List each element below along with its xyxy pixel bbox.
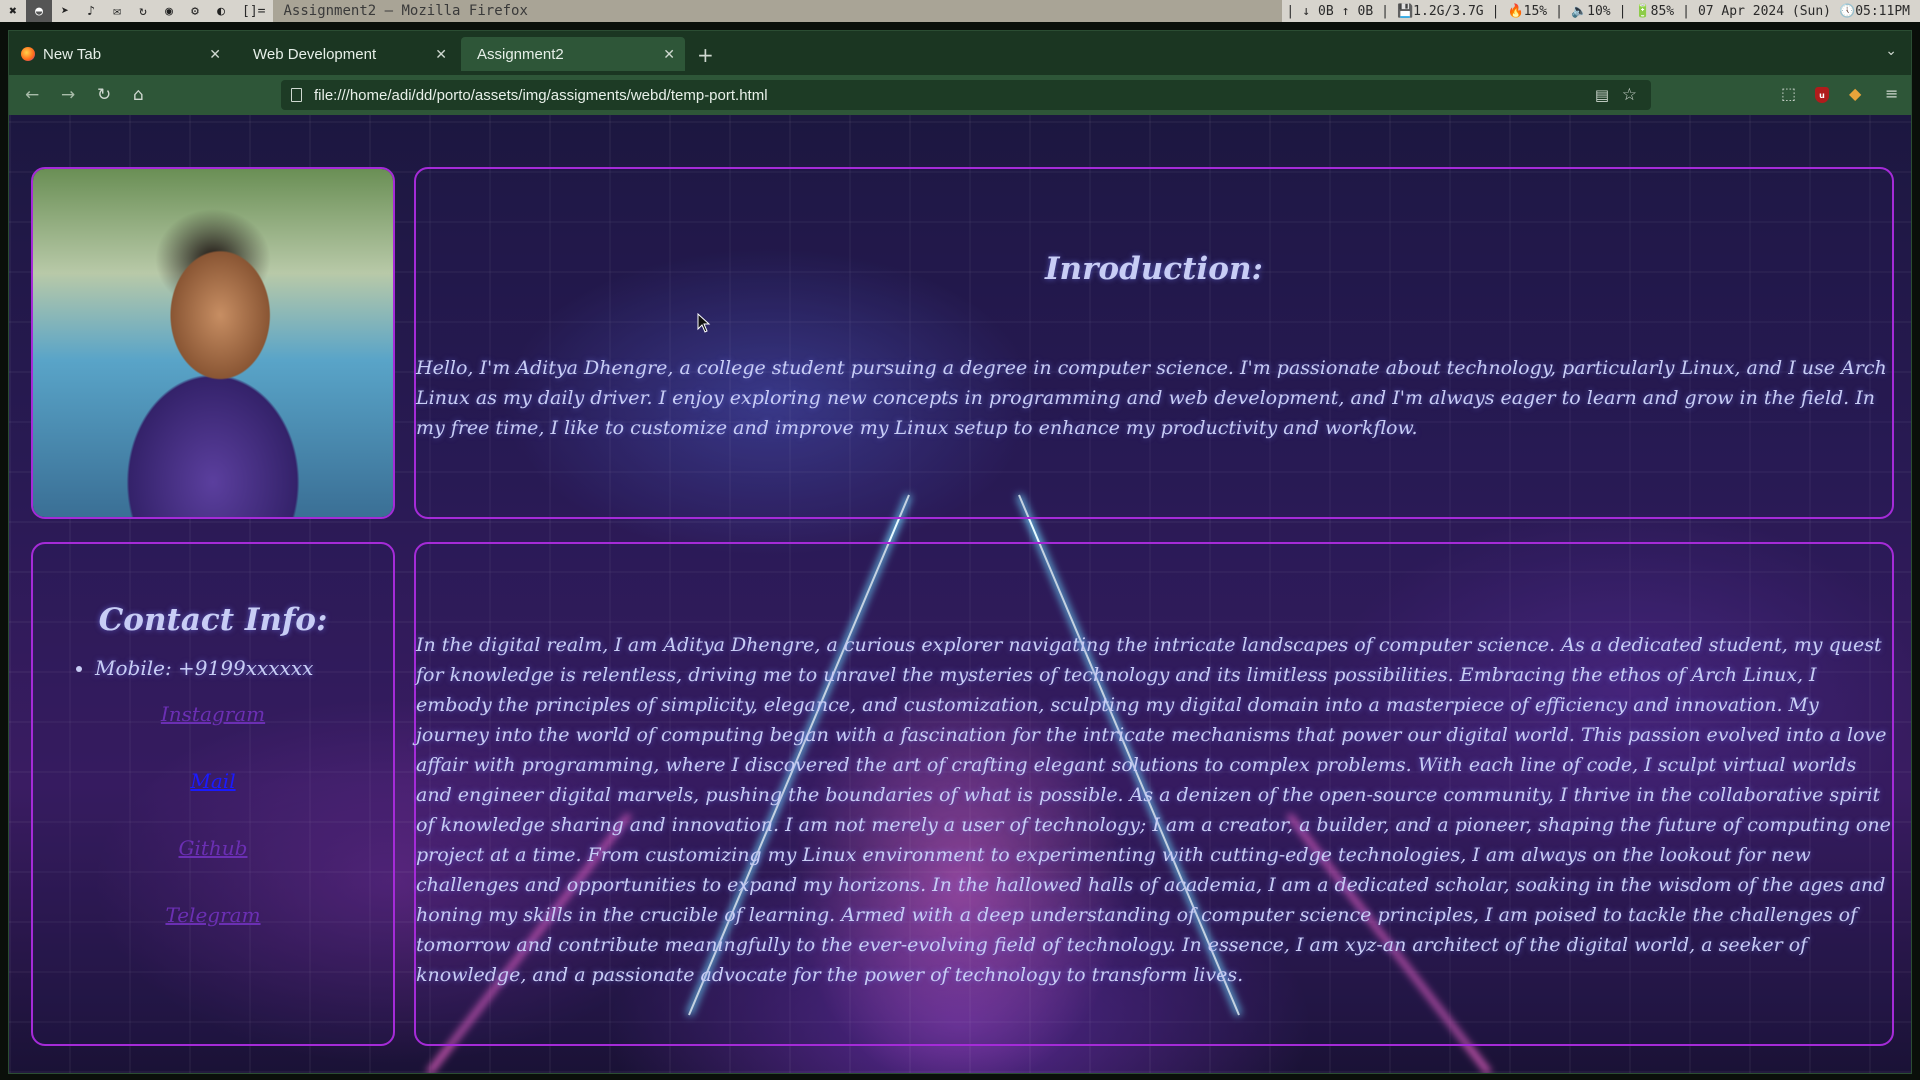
cpu-usage: 🔥15% <box>1507 3 1548 19</box>
separator: | <box>1286 3 1295 19</box>
contact-list: Mobile: +9199xxxxxx <box>33 656 393 680</box>
page-icon <box>291 88 302 102</box>
layout-indicator[interactable]: []= <box>234 4 273 19</box>
mail-workspace-icon[interactable]: ✉ <box>104 0 130 22</box>
tab-bar: New Tab ✕ Web Development ✕ Assignment2 … <box>9 31 1911 75</box>
download-rate: 0B <box>1318 3 1334 19</box>
download-arrow-icon: ↓ <box>1302 3 1311 19</box>
telegram-link[interactable]: Telegram <box>33 903 393 927</box>
tab-label: New Tab <box>43 45 102 63</box>
tab-new-tab[interactable]: New Tab ✕ <box>9 37 231 71</box>
navigation-toolbar: ← → ↻ ⌂ file:///home/adi/dd/porto/assets… <box>9 75 1911 115</box>
status-bar: | ↓ 0B ↑ 0B | 💾1.2G/3.7G | 🔥15% | 🔈10% |… <box>1282 0 1920 22</box>
mobile-number: Mobile: +9199xxxxxx <box>95 656 393 680</box>
close-icon[interactable]: ✕ <box>209 46 221 63</box>
forward-arrow-icon[interactable]: → <box>61 85 75 105</box>
tab-label: Assignment2 <box>477 45 564 63</box>
battery-level: 🔋85% <box>1634 3 1675 19</box>
music-workspace-icon[interactable]: ♪ <box>78 0 104 22</box>
home-icon[interactable]: ⌂ <box>133 85 144 105</box>
introduction-text: Hello, I'm Aditya Dhengre, a college stu… <box>416 357 1887 439</box>
ublock-origin-icon[interactable]: u <box>1815 87 1829 103</box>
bio-card: In the digital realm, I am Aditya Dhengr… <box>414 542 1894 1046</box>
introduction-heading: Inroduction: <box>1045 251 1263 287</box>
separator: | <box>1682 3 1690 19</box>
mail-link[interactable]: Mail <box>33 769 393 793</box>
firefox-icon <box>21 47 35 61</box>
separator: | <box>1555 3 1563 19</box>
mouse-cursor-icon <box>697 313 711 333</box>
separator: | <box>1618 3 1627 19</box>
github-link[interactable]: Github <box>33 836 393 860</box>
github-workspace-icon[interactable]: ◐ <box>208 0 234 22</box>
sync-workspace-icon[interactable]: ↻ <box>130 0 156 22</box>
upload-rate: 0B <box>1357 3 1374 19</box>
separator: | <box>1491 3 1500 19</box>
close-icon[interactable]: ✕ <box>663 46 675 63</box>
upload-arrow-icon: ↑ <box>1341 3 1350 19</box>
reddit-workspace-icon[interactable]: ◉ <box>156 0 182 22</box>
extension-badge-icon[interactable]: ◆ <box>1849 84 1861 103</box>
close-icon[interactable]: ✕ <box>435 46 447 63</box>
url-text[interactable]: file:///home/adi/dd/porto/assets/img/ass… <box>314 87 768 104</box>
telegram-workspace-icon[interactable]: ➤ <box>52 0 78 22</box>
introduction-card: Inroduction: Hello, I'm Aditya Dhengre, … <box>414 167 1894 519</box>
volume-level[interactable]: 🔈10% <box>1567 4 1615 19</box>
app-menu-icon[interactable]: ✖ <box>0 0 26 22</box>
profile-photo-card <box>31 167 395 519</box>
profile-photo <box>33 169 393 517</box>
tab-assignment2[interactable]: Assignment2 ✕ <box>461 37 685 71</box>
extensions-icon[interactable]: ⬚ <box>1781 84 1796 103</box>
hamburger-menu-icon[interactable]: ≡ <box>1885 84 1898 103</box>
tab-web-development[interactable]: Web Development ✕ <box>233 37 457 71</box>
page-viewport: Inroduction: Hello, I'm Aditya Dhengre, … <box>9 115 1911 1073</box>
firefox-workspace-icon[interactable]: ◓ <box>26 0 52 22</box>
memory-usage: 💾1.2G/3.7G <box>1396 3 1484 19</box>
url-bar[interactable]: file:///home/adi/dd/porto/assets/img/ass… <box>281 80 1651 110</box>
back-arrow-icon[interactable]: ← <box>25 85 39 105</box>
window-title: Assignment2 — Mozilla Firefox <box>273 0 1283 22</box>
reload-icon[interactable]: ↻ <box>97 85 111 105</box>
contact-info-card: Contact Info: Mobile: +9199xxxxxx Instag… <box>31 542 395 1046</box>
date: 07 Apr 2024 (Sun) <box>1697 3 1832 19</box>
instagram-link[interactable]: Instagram <box>33 702 393 726</box>
tab-label: Web Development <box>253 45 377 63</box>
chevron-down-icon[interactable]: ⌄ <box>1885 43 1897 59</box>
contact-heading: Contact Info: <box>98 602 328 638</box>
reader-view-icon[interactable]: ▤ <box>1595 86 1609 104</box>
plus-icon[interactable]: + <box>697 43 714 67</box>
window-manager-bar: ✖ ◓ ➤ ♪ ✉ ↻ ◉ ⚙ ◐ []= Assignment2 — Mozi… <box>0 0 1920 22</box>
bookmark-star-icon[interactable]: ☆ <box>1622 85 1637 105</box>
separator: | <box>1381 3 1389 19</box>
clock: 🕔05:11PM <box>1839 3 1910 19</box>
contact-links: Instagram Mail Github Telegram <box>33 702 393 927</box>
firefox-window: New Tab ✕ Web Development ✕ Assignment2 … <box>8 30 1912 1074</box>
bio-text: In the digital realm, I am Aditya Dhengr… <box>416 634 1891 986</box>
steam-workspace-icon[interactable]: ⚙ <box>182 0 208 22</box>
